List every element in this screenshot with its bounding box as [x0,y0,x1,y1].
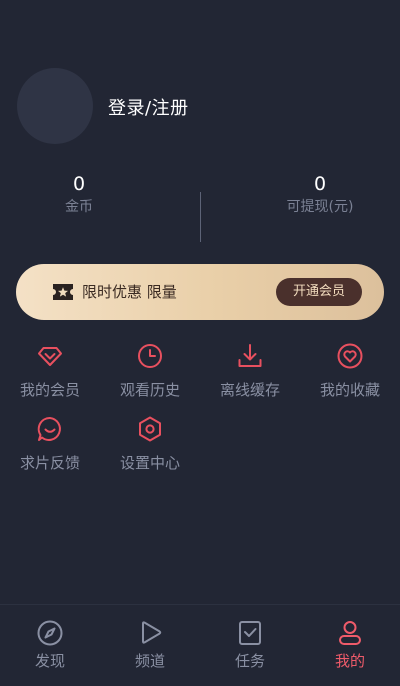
menu-item-my-membership[interactable]: 我的会员 [0,342,100,400]
heart-icon [337,343,363,369]
tab-discover[interactable]: 发现 [0,619,100,671]
menu-item-label: 设置中心 [119,454,180,472]
user-icon [339,621,361,645]
withdrawable-label: 可提现(元) [286,199,354,215]
menu-item-label: 观看历史 [119,381,180,399]
coins-value: 0 [72,173,86,195]
menu-item-watch-history[interactable]: 观看历史 [100,342,200,400]
coins-stat[interactable]: 0 金币 [14,172,144,217]
diamond-icon [38,347,62,366]
menu-item-label: 我的收藏 [319,381,380,399]
menu-item-request-feedback[interactable]: 求片反馈 [0,415,100,473]
tab-label: 我的 [334,652,365,670]
clock-icon [138,344,162,368]
coins-label: 金币 [65,199,93,215]
tab-label: 发现 [34,652,65,670]
tab-label: 任务 [234,652,265,670]
menu-item-settings[interactable]: 设置中心 [100,415,200,473]
play-icon [142,621,162,644]
ticket-star-icon [53,284,73,300]
task-bookmark-icon [239,621,261,645]
menu-item-label: 求片反馈 [19,454,80,472]
menu-item-offline-cache[interactable]: 离线缓存 [200,342,300,400]
menu-item-label: 离线缓存 [219,381,280,399]
chat-bubble-icon [37,416,61,441]
profile-page: 登录/注册 0 金币 0 可提现(元) 限时优惠 限量 开通会员 我的会员 观看… [0,0,400,686]
withdrawable-stat[interactable]: 0 可提现(元) [255,172,385,217]
login-register-link[interactable]: 登录/注册 [108,94,189,120]
download-icon [238,344,262,367]
menu-item-my-favorites[interactable]: 我的收藏 [300,342,400,400]
withdrawable-value: 0 [313,173,327,195]
tab-label: 频道 [134,652,165,670]
tab-mine[interactable]: 我的 [300,619,400,671]
vip-promo-banner[interactable]: 限时优惠 限量 开通会员 [16,264,384,320]
tab-channels[interactable]: 频道 [100,619,200,671]
open-vip-button[interactable]: 开通会员 [276,278,362,306]
bottom-tab-bar: 发现 频道 任务 我的 [0,604,400,686]
menu-item-label: 我的会员 [19,381,80,399]
compass-icon [37,620,63,646]
stats-divider [200,192,201,242]
tab-tasks[interactable]: 任务 [200,619,300,671]
avatar[interactable] [17,68,93,144]
settings-hexagon-icon [139,416,161,442]
vip-promo-text: 限时优惠 限量 [82,283,177,301]
